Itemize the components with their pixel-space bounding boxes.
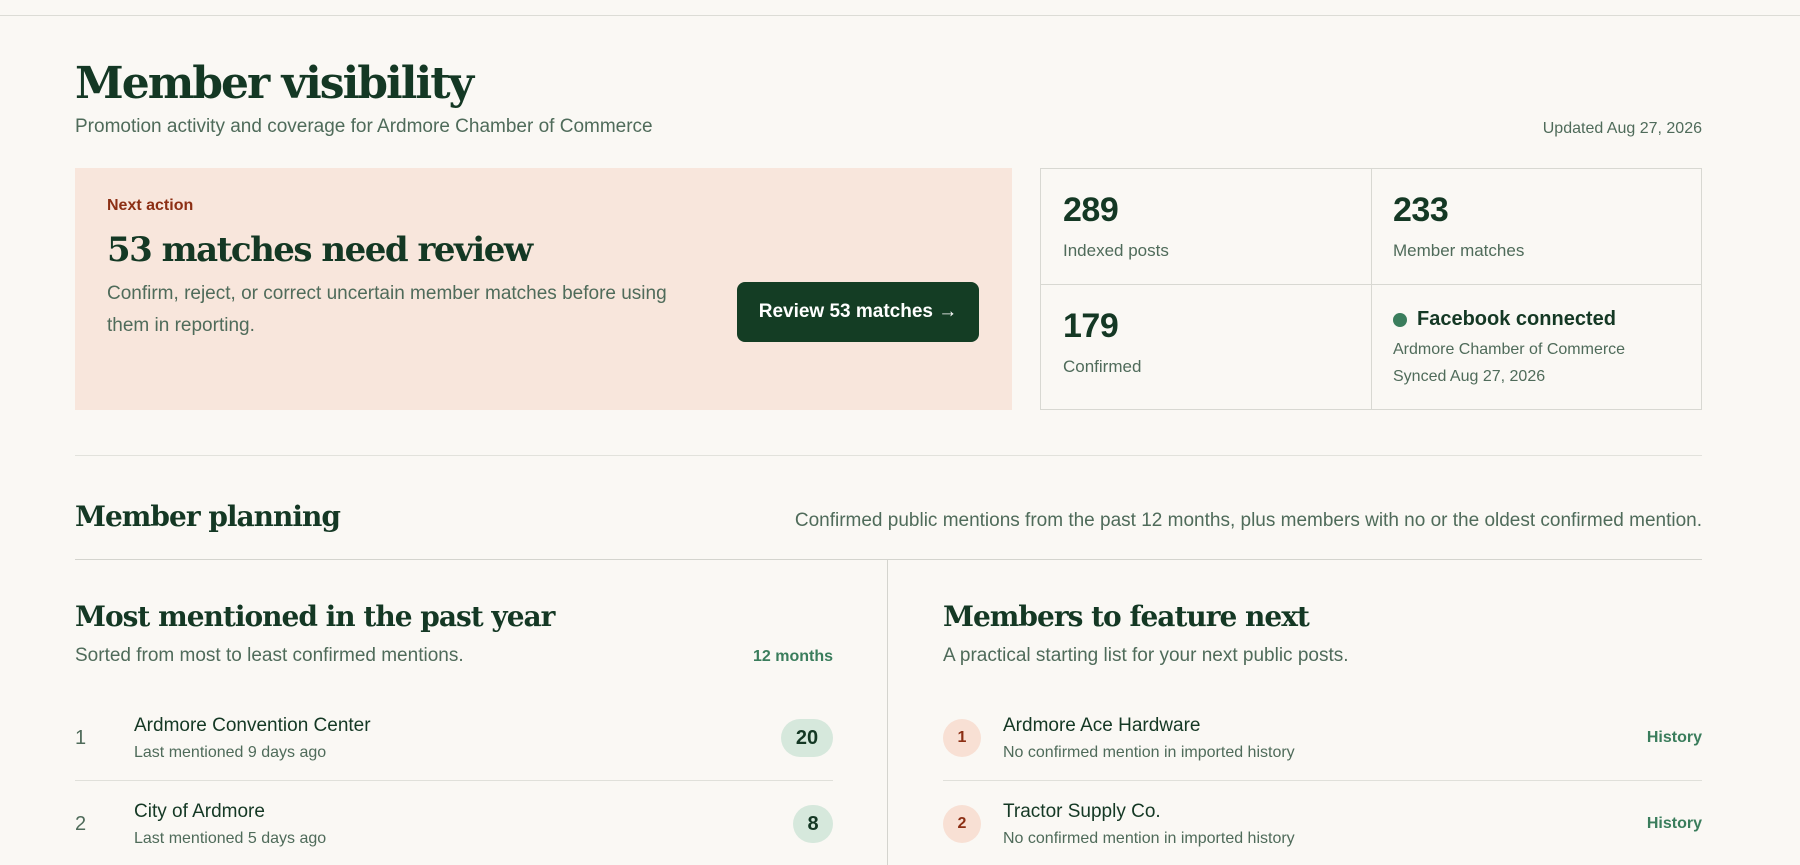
stats-grid: 289 Indexed posts 233 Member matches 179… [1040,168,1702,410]
member-name: Ardmore Convention Center [134,715,371,736]
member-matches-value: 233 [1393,191,1449,229]
status-dot-icon [1393,312,1407,327]
confirmed-value: 179 [1063,307,1119,345]
next-action-title: 53 matches need review [107,230,533,270]
facebook-org: Ardmore Chamber of Commerce [1393,341,1626,358]
member-name: Tractor Supply Co. [1003,801,1161,822]
row-divider [943,780,1702,781]
page-subtitle: Promotion activity and coverage for Ardm… [75,116,653,137]
next-action-card: Next action 53 matches need review Confi… [75,168,1012,410]
updated-timestamp: Updated Aug 27, 2026 [1542,120,1702,137]
planning-divider [75,559,1702,560]
history-link[interactable]: History [1647,815,1702,833]
confirmed-label: Confirmed [1063,357,1142,376]
section-divider [75,455,1702,456]
last-mentioned: Last mentioned 9 days ago [134,744,327,761]
member-matches-label: Member matches [1393,241,1525,260]
next-action-description: Confirm, reject, or correct uncertain me… [107,283,667,336]
mention-count-badge: 20 [781,719,833,757]
review-matches-button[interactable]: Review 53 matches → [737,282,979,342]
next-action-eyebrow: Next action [107,197,194,214]
stats-divider-horizontal [1041,284,1701,285]
member-planning-title: Member planning [75,500,341,533]
rank-number: 2 [75,813,87,835]
feature-next-title: Members to feature next [943,600,1310,633]
mention-count-badge: 8 [793,805,833,843]
indexed-posts-label: Indexed posts [1063,241,1169,260]
most-mentioned-subtitle: Sorted from most to least confirmed ment… [75,645,464,666]
mention-status: No confirmed mention in imported history [1003,744,1295,761]
page-title: Member visibility [75,58,474,109]
facebook-synced: Synced Aug 27, 2026 [1393,368,1546,385]
member-name: Ardmore Ace Hardware [1003,715,1201,736]
feature-next-subtitle: A practical starting list for your next … [943,645,1349,666]
most-mentioned-title: Most mentioned in the past year [75,600,555,633]
rank-number: 1 [75,727,87,749]
facebook-status: Facebook connected [1393,308,1616,331]
rank-badge: 2 [943,805,981,843]
rank-badge: 1 [943,719,981,757]
stats-divider-vertical [1371,169,1372,409]
column-divider [887,559,888,865]
indexed-posts-value: 289 [1063,191,1119,229]
member-planning-description: Confirmed public mentions from the past … [794,510,1702,531]
history-link[interactable]: History [1647,729,1702,747]
top-divider [0,15,1800,16]
last-mentioned: Last mentioned 5 days ago [134,830,327,847]
facebook-status-label: Facebook connected [1417,308,1616,330]
member-name: City of Ardmore [134,801,265,822]
period-tag: 12 months [753,648,834,665]
mention-status: No confirmed mention in imported history [1003,830,1295,847]
row-divider [75,780,833,781]
